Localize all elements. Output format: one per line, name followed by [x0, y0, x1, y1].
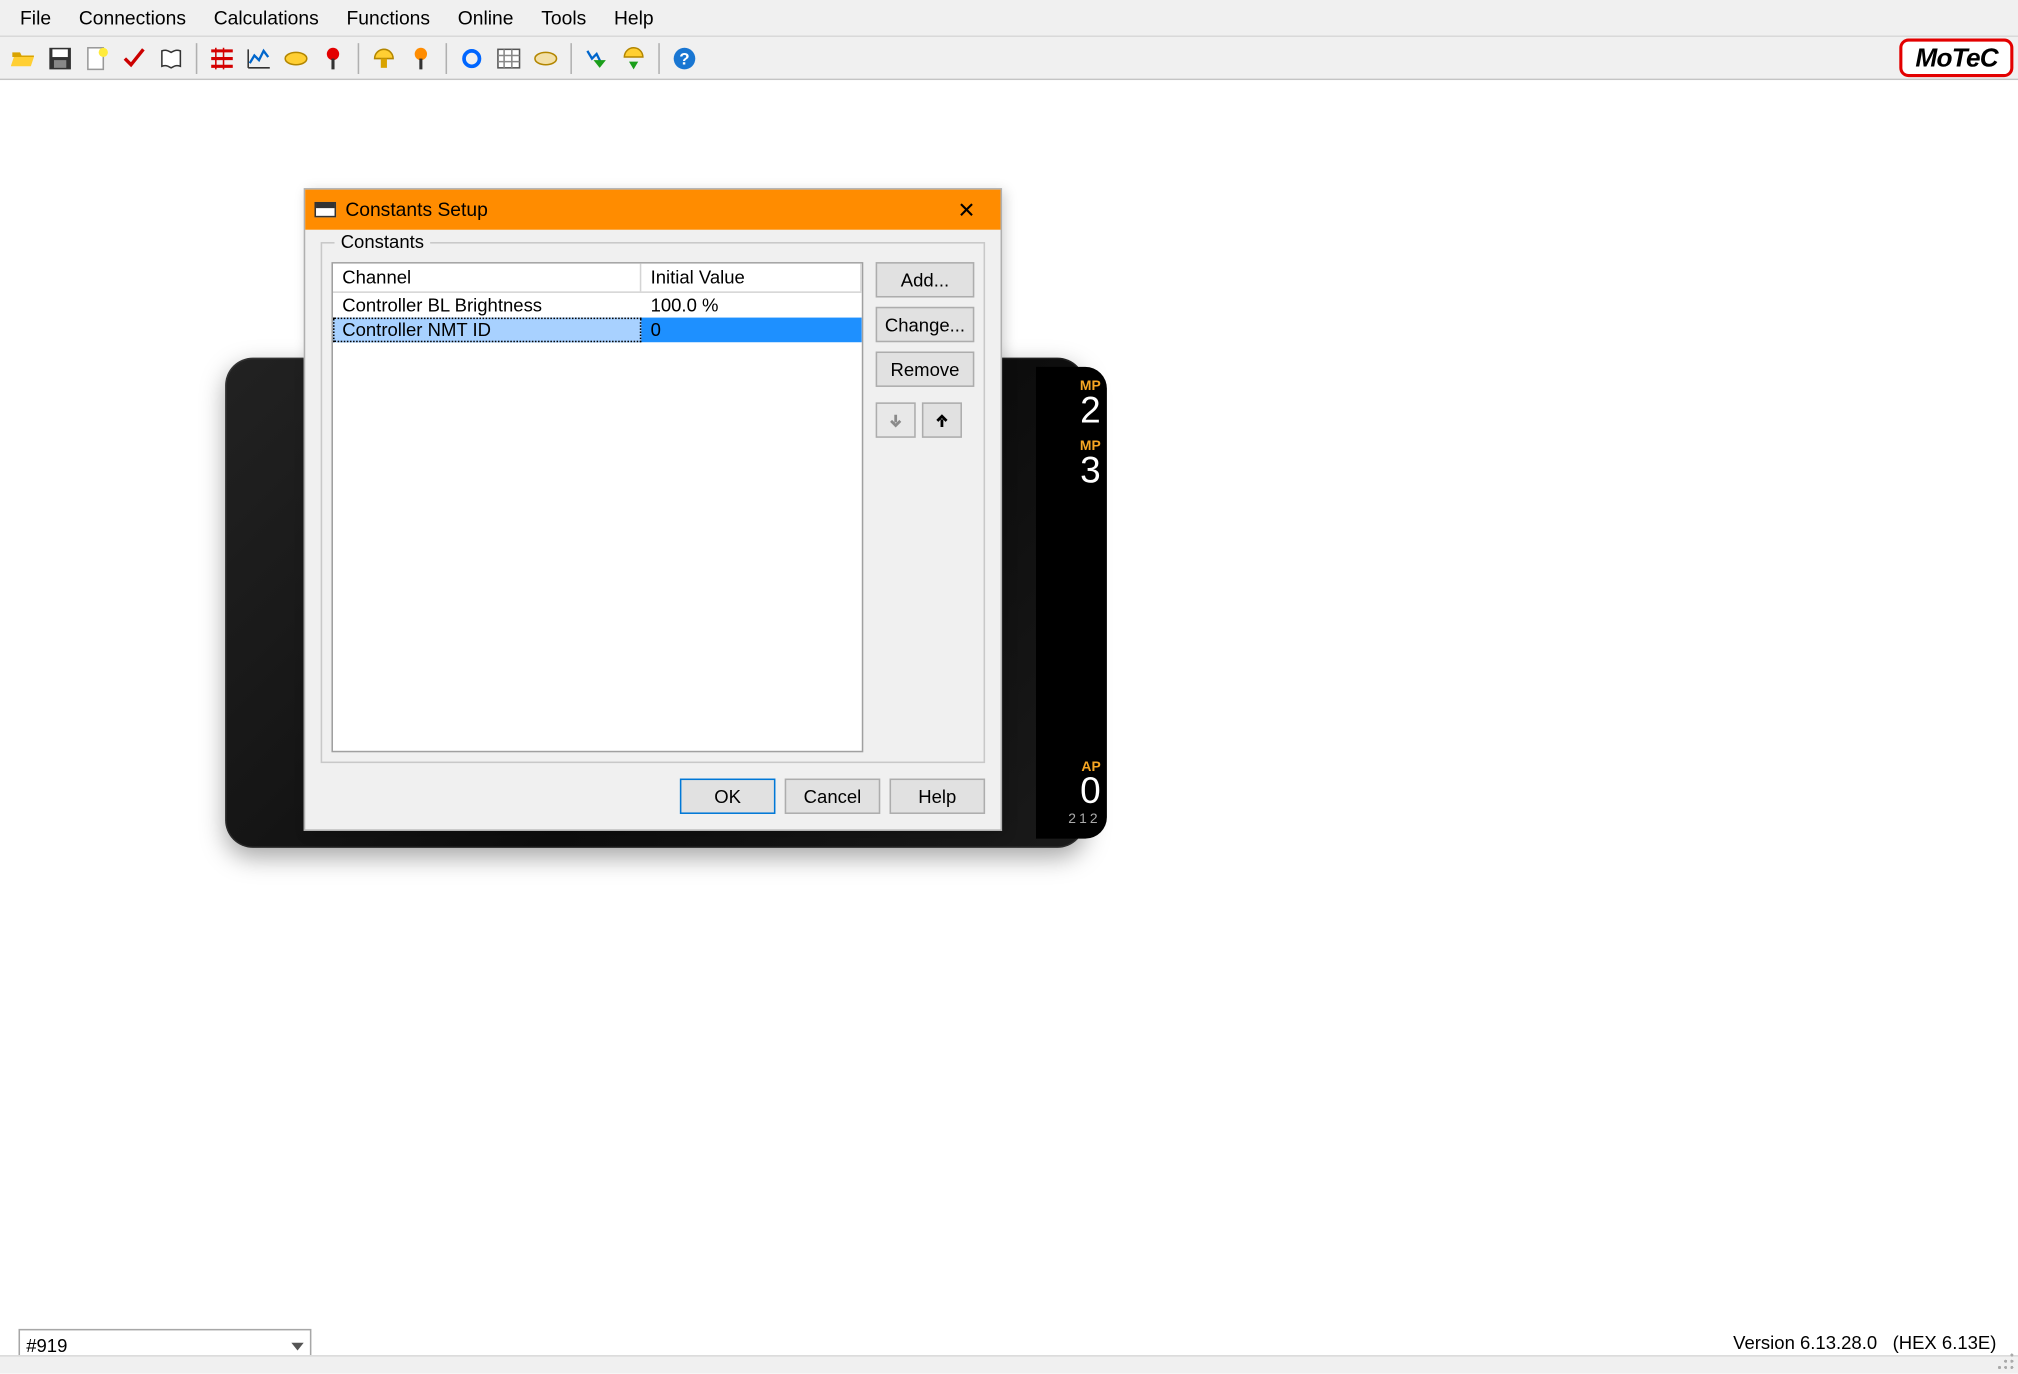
- menu-calculations[interactable]: Calculations: [200, 4, 333, 32]
- constants-list[interactable]: Channel Initial Value Controller BL Brig…: [331, 262, 863, 752]
- bottom-strip: [0, 1355, 2018, 1373]
- save-icon[interactable]: [43, 41, 77, 75]
- toolbar-separator: [570, 42, 572, 73]
- device-readout-lap-value: 0: [1042, 774, 1101, 811]
- table-row[interactable]: Controller NMT ID 0: [333, 318, 862, 343]
- device-readout-1: MP 2: [1042, 379, 1101, 430]
- open-icon[interactable]: [6, 41, 40, 75]
- close-icon[interactable]: ✕: [942, 191, 991, 228]
- menu-functions[interactable]: Functions: [333, 4, 444, 32]
- check-icon[interactable]: [117, 41, 151, 75]
- chart-down-green-icon[interactable]: [580, 41, 614, 75]
- menu-file[interactable]: File: [6, 4, 65, 32]
- cancel-button[interactable]: Cancel: [785, 779, 881, 814]
- list-header: Channel Initial Value: [333, 264, 862, 293]
- new-page-icon[interactable]: [80, 41, 114, 75]
- status-bar: #919 Version 6.13.28.0 (HEX 6.13E): [0, 1321, 2018, 1373]
- cell-channel: Controller NMT ID: [333, 318, 641, 343]
- bars-red-icon[interactable]: [205, 41, 239, 75]
- groupbox-legend: Constants: [335, 231, 431, 253]
- move-down-button[interactable]: [876, 402, 916, 437]
- grid-icon[interactable]: [492, 41, 526, 75]
- menu-connections[interactable]: Connections: [65, 4, 200, 32]
- col-channel[interactable]: Channel: [333, 264, 641, 292]
- pin-red-icon[interactable]: [316, 41, 350, 75]
- tag-yellow-icon[interactable]: [279, 41, 313, 75]
- chevron-down-icon: [291, 1342, 303, 1350]
- device-screen-strip: MP 2 MP 3 AP 0 212: [1036, 367, 1107, 839]
- mushroom-yellow-icon[interactable]: [367, 41, 401, 75]
- line-chart-icon[interactable]: [242, 41, 276, 75]
- constants-groupbox: Constants Channel Initial Value Controll…: [321, 242, 985, 763]
- arrow-down-icon: [886, 411, 904, 429]
- device-readout-2: MP 3: [1042, 439, 1101, 490]
- menu-online[interactable]: Online: [444, 4, 527, 32]
- col-initial[interactable]: Initial Value: [641, 264, 861, 292]
- work-area: MP 2 MP 3 AP 0 212: [0, 80, 2018, 1321]
- toolbar-separator: [358, 42, 360, 73]
- dialog-footer: OK Cancel Help: [305, 779, 1000, 830]
- blue-circle-icon[interactable]: [455, 41, 489, 75]
- menu-tools[interactable]: Tools: [527, 4, 600, 32]
- menu-help[interactable]: Help: [600, 4, 667, 32]
- window-icon: [314, 202, 336, 217]
- ok-button[interactable]: OK: [680, 779, 776, 814]
- cell-initial: 0: [641, 318, 861, 343]
- cell-channel: Controller BL Brightness: [333, 293, 641, 318]
- device-readout-2-value: 3: [1042, 453, 1101, 490]
- device-readout-1-value: 2: [1042, 393, 1101, 430]
- tag-beige-icon[interactable]: [529, 41, 563, 75]
- help-button[interactable]: Help: [890, 779, 986, 814]
- toolbar: ?: [0, 37, 2018, 80]
- help-blue-icon[interactable]: ?: [668, 41, 702, 75]
- add-button[interactable]: Add...: [876, 262, 975, 297]
- toolbar-separator: [658, 42, 660, 73]
- cell-initial: 100.0 %: [641, 293, 861, 318]
- toolbar-separator: [446, 42, 448, 73]
- dialog-title: Constants Setup: [345, 199, 487, 221]
- device-model-label: 212: [1042, 811, 1101, 826]
- arrow-up-icon: [933, 411, 951, 429]
- dialog-titlebar[interactable]: Constants Setup ✕: [305, 190, 1000, 230]
- brand-logo: MoTeC: [1900, 39, 2013, 78]
- constants-setup-dialog: Constants Setup ✕ Constants Channel Init…: [304, 188, 1002, 831]
- pin-orange-icon[interactable]: [404, 41, 438, 75]
- svg-text:?: ?: [679, 49, 689, 68]
- book-icon[interactable]: [154, 41, 188, 75]
- mushroom-green-icon[interactable]: [617, 41, 651, 75]
- menu-bar: File Connections Calculations Functions …: [0, 0, 2018, 37]
- toolbar-separator: [196, 42, 198, 73]
- table-row[interactable]: Controller BL Brightness 100.0 %: [333, 293, 862, 318]
- layout-selector-value: #919: [26, 1335, 67, 1357]
- resize-grip[interactable]: [1996, 1352, 2014, 1370]
- move-up-button[interactable]: [922, 402, 962, 437]
- remove-button[interactable]: Remove: [876, 351, 975, 386]
- device-readout-lap: AP 0: [1042, 760, 1101, 811]
- version-label: Version 6.13.28.0 (HEX 6.13E): [1733, 1332, 1996, 1354]
- change-button[interactable]: Change...: [876, 307, 975, 342]
- list-button-column: Add... Change... Remove: [876, 262, 975, 752]
